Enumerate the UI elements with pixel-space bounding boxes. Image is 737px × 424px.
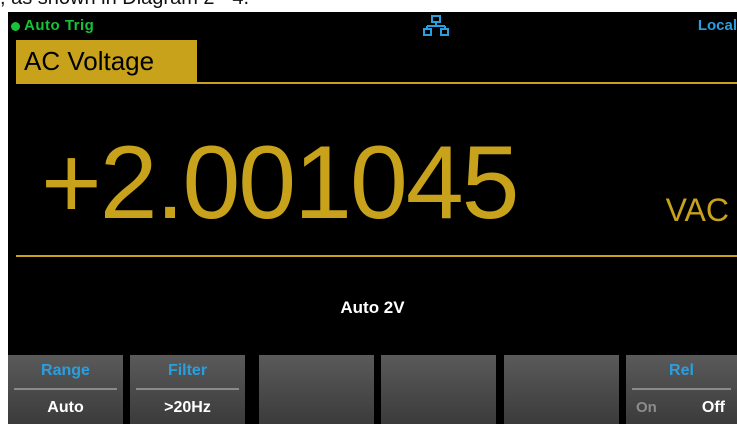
softkey-rel-on: On [636, 399, 657, 416]
softkey-filter[interactable]: Filter >20Hz [130, 355, 245, 424]
function-label-box: AC Voltage [16, 40, 197, 83]
softkey-bar: Range Auto Filter >20Hz Rel On Off [8, 355, 737, 424]
softkey-title: Range [41, 362, 90, 379]
measurement-reading: +2.001045 [41, 125, 520, 241]
softkey-empty-3[interactable] [259, 355, 374, 424]
multimeter-screen: Auto Trig Local AC Voltage +2.001045 VAC… [8, 12, 737, 424]
softkey-title: Rel [669, 362, 694, 379]
softkey-value: >20Hz [164, 399, 211, 416]
softkey-rel[interactable]: Rel On Off [626, 355, 737, 424]
softkey-empty-5[interactable] [504, 355, 619, 424]
trigger-status: Auto Trig [24, 17, 95, 34]
softkey-value: Auto [47, 399, 84, 416]
softkey-divider [136, 388, 239, 390]
document-caption: , as shown in Diagram 2 - 4. [0, 0, 737, 8]
function-label: AC Voltage [24, 46, 155, 76]
softkey-title: Filter [167, 362, 208, 379]
trigger-indicator-icon [11, 22, 20, 31]
range-status: Auto 2V [340, 298, 405, 317]
softkey-divider [14, 388, 117, 390]
function-divider [16, 82, 737, 84]
softkey-divider [632, 388, 731, 390]
softkey-range[interactable]: Range Auto [8, 355, 123, 424]
lan-icon [423, 15, 449, 36]
measurement-unit: VAC [665, 192, 729, 228]
reading-divider [16, 255, 737, 257]
softkey-rel-off: Off [701, 399, 725, 416]
remote-status: Local [697, 17, 737, 34]
status-bar: Auto Trig Local [8, 12, 737, 40]
softkey-empty-4[interactable] [381, 355, 496, 424]
